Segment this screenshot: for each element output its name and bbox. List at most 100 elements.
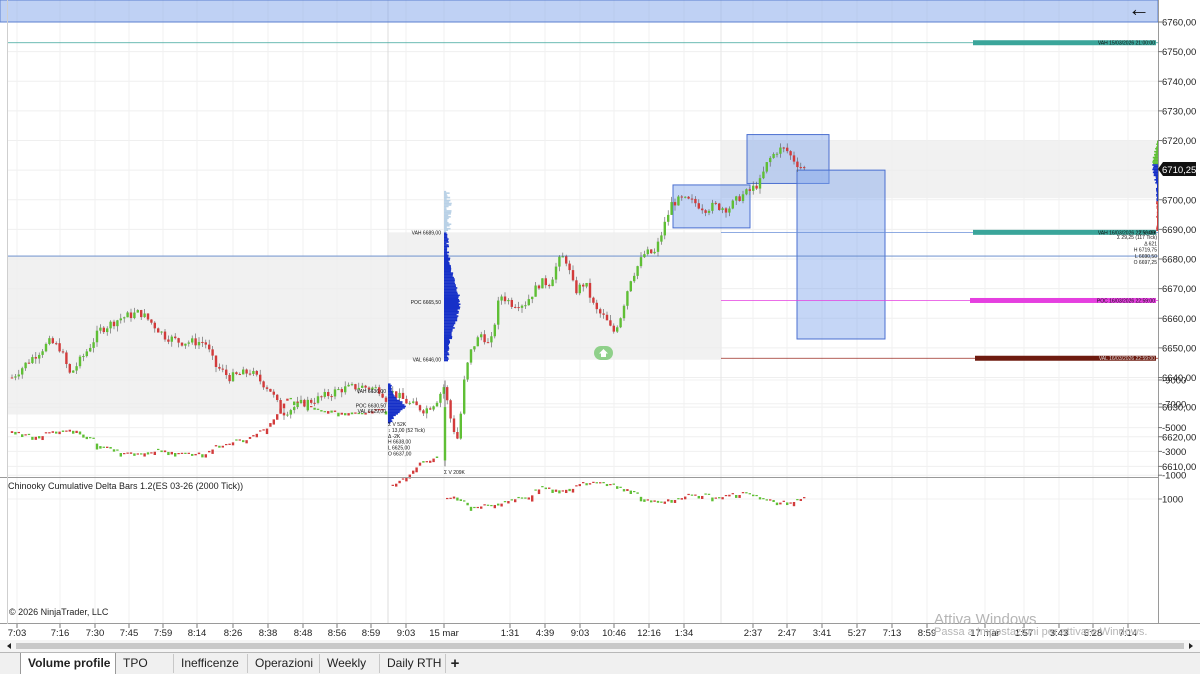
delta-down-bar — [163, 450, 167, 453]
profile-bar-outside — [444, 213, 451, 215]
profile-volume-label: Σ V 209K — [444, 470, 466, 476]
profile-bar — [444, 264, 451, 267]
chart-canvas[interactable]: VAH 15/03/2026 21:00:00VAH 16/03/2026 22… — [0, 0, 1200, 652]
time-tick-label: 8:56 — [328, 628, 347, 639]
delta-down-bar — [452, 496, 456, 499]
delta-down-bar — [143, 453, 146, 457]
delta-up-bar — [184, 452, 187, 454]
up-candle — [660, 235, 663, 242]
delta-down-bar — [177, 452, 180, 455]
delta-up-bar — [595, 482, 598, 484]
down-candle — [582, 284, 585, 287]
delta-up-bar — [707, 493, 711, 495]
delta-down-bar — [687, 493, 690, 496]
profile-bar — [444, 310, 459, 313]
profile-stat-label: O 6637,00 — [388, 452, 412, 458]
down-candle — [588, 282, 592, 298]
delta-up-bar — [27, 433, 31, 436]
plus-icon[interactable]: + — [446, 654, 464, 673]
delta-down-bar — [51, 431, 54, 433]
up-candle — [95, 330, 99, 343]
horizontal-scrollbar[interactable] — [0, 640, 1200, 652]
down-candle — [701, 208, 704, 211]
down-candle — [174, 336, 177, 339]
tab-inefficenze[interactable]: Inefficenze — [174, 654, 248, 673]
supply-zone — [0, 0, 1159, 23]
profile-bar — [388, 410, 401, 412]
up-candle — [347, 384, 350, 387]
delta-up-bar — [520, 497, 524, 499]
down-candle — [146, 313, 150, 320]
down-candle — [221, 368, 224, 370]
up-candle — [106, 328, 109, 333]
down-candle — [738, 196, 741, 202]
delta-up-bar — [459, 499, 462, 502]
down-candle — [364, 385, 367, 388]
delta-down-bar — [272, 419, 275, 425]
down-candle — [415, 401, 418, 406]
up-candle — [89, 347, 92, 352]
session-volume-label: Σ V 49K — [1139, 230, 1158, 236]
up-candle — [711, 202, 714, 211]
delta-up-bar — [497, 503, 500, 506]
profile-bar — [444, 330, 453, 332]
left-arrow-icon[interactable]: ← — [1128, 0, 1150, 22]
up-candle — [21, 368, 24, 375]
profile-bar — [444, 267, 452, 270]
tab-operazioni[interactable]: Operazioni — [248, 654, 320, 673]
delta-down-bar — [667, 499, 670, 502]
chart-tab-bar: Volume profile TPO Inefficenze Operazion… — [0, 652, 1200, 674]
profile-bar — [388, 418, 392, 421]
down-candle — [537, 285, 541, 289]
delta-down-bar — [592, 481, 595, 483]
profile-bar — [388, 389, 392, 391]
delta-down-bar — [741, 492, 745, 494]
delta-up-bar — [670, 499, 673, 503]
delta-down-bar — [446, 497, 449, 500]
profile-bar — [1155, 152, 1158, 154]
tab-daily-rth[interactable]: Daily RTH — [380, 654, 446, 673]
delta-up-bar — [456, 497, 459, 501]
up-candle — [775, 153, 779, 155]
delta-up-bar — [622, 489, 626, 492]
delta-down-bar — [276, 414, 279, 420]
profile-bar — [1155, 177, 1158, 180]
profile-bar-outside — [444, 214, 449, 217]
profile-bar — [1156, 144, 1158, 147]
up-candle — [126, 312, 129, 318]
tab-tpo[interactable]: TPO — [116, 654, 174, 673]
delta-down-bar — [265, 428, 269, 435]
profile-bar — [444, 322, 456, 325]
delta-down-bar — [58, 431, 61, 435]
delta-down-bar — [208, 450, 211, 453]
down-candle — [320, 396, 323, 398]
profile-bar-outside — [444, 229, 449, 231]
profile-bar — [1153, 173, 1158, 175]
tab-weekly[interactable]: Weekly — [320, 654, 380, 673]
profile-bar — [444, 325, 454, 328]
delta-down-bar — [779, 502, 782, 505]
up-candle — [527, 299, 530, 306]
delta-up-bar — [745, 492, 748, 494]
down-candle — [194, 338, 197, 346]
profile-bar-outside — [444, 226, 447, 229]
scrollbar-thumb[interactable] — [16, 643, 1184, 649]
up-candle — [252, 370, 255, 374]
up-candle — [133, 312, 136, 319]
profile-bar — [444, 347, 450, 350]
price-tick-label: 6670,00 — [1162, 284, 1196, 295]
down-candle — [208, 344, 211, 350]
delta-down-bar — [721, 497, 724, 500]
delta-down-bar — [588, 483, 592, 485]
delta-down-bar — [609, 484, 612, 486]
down-candle — [27, 362, 31, 364]
delta-up-bar — [704, 493, 707, 495]
delta-up-bar — [473, 506, 476, 509]
profile-bar — [444, 334, 452, 337]
up-candle — [92, 342, 95, 348]
time-tick-label: 7:59 — [154, 628, 173, 639]
delta-up-bar — [633, 490, 636, 493]
profile-bar-outside — [444, 211, 452, 214]
tab-volume-profile[interactable]: Volume profile — [20, 653, 116, 674]
profile-bar — [1156, 146, 1158, 149]
